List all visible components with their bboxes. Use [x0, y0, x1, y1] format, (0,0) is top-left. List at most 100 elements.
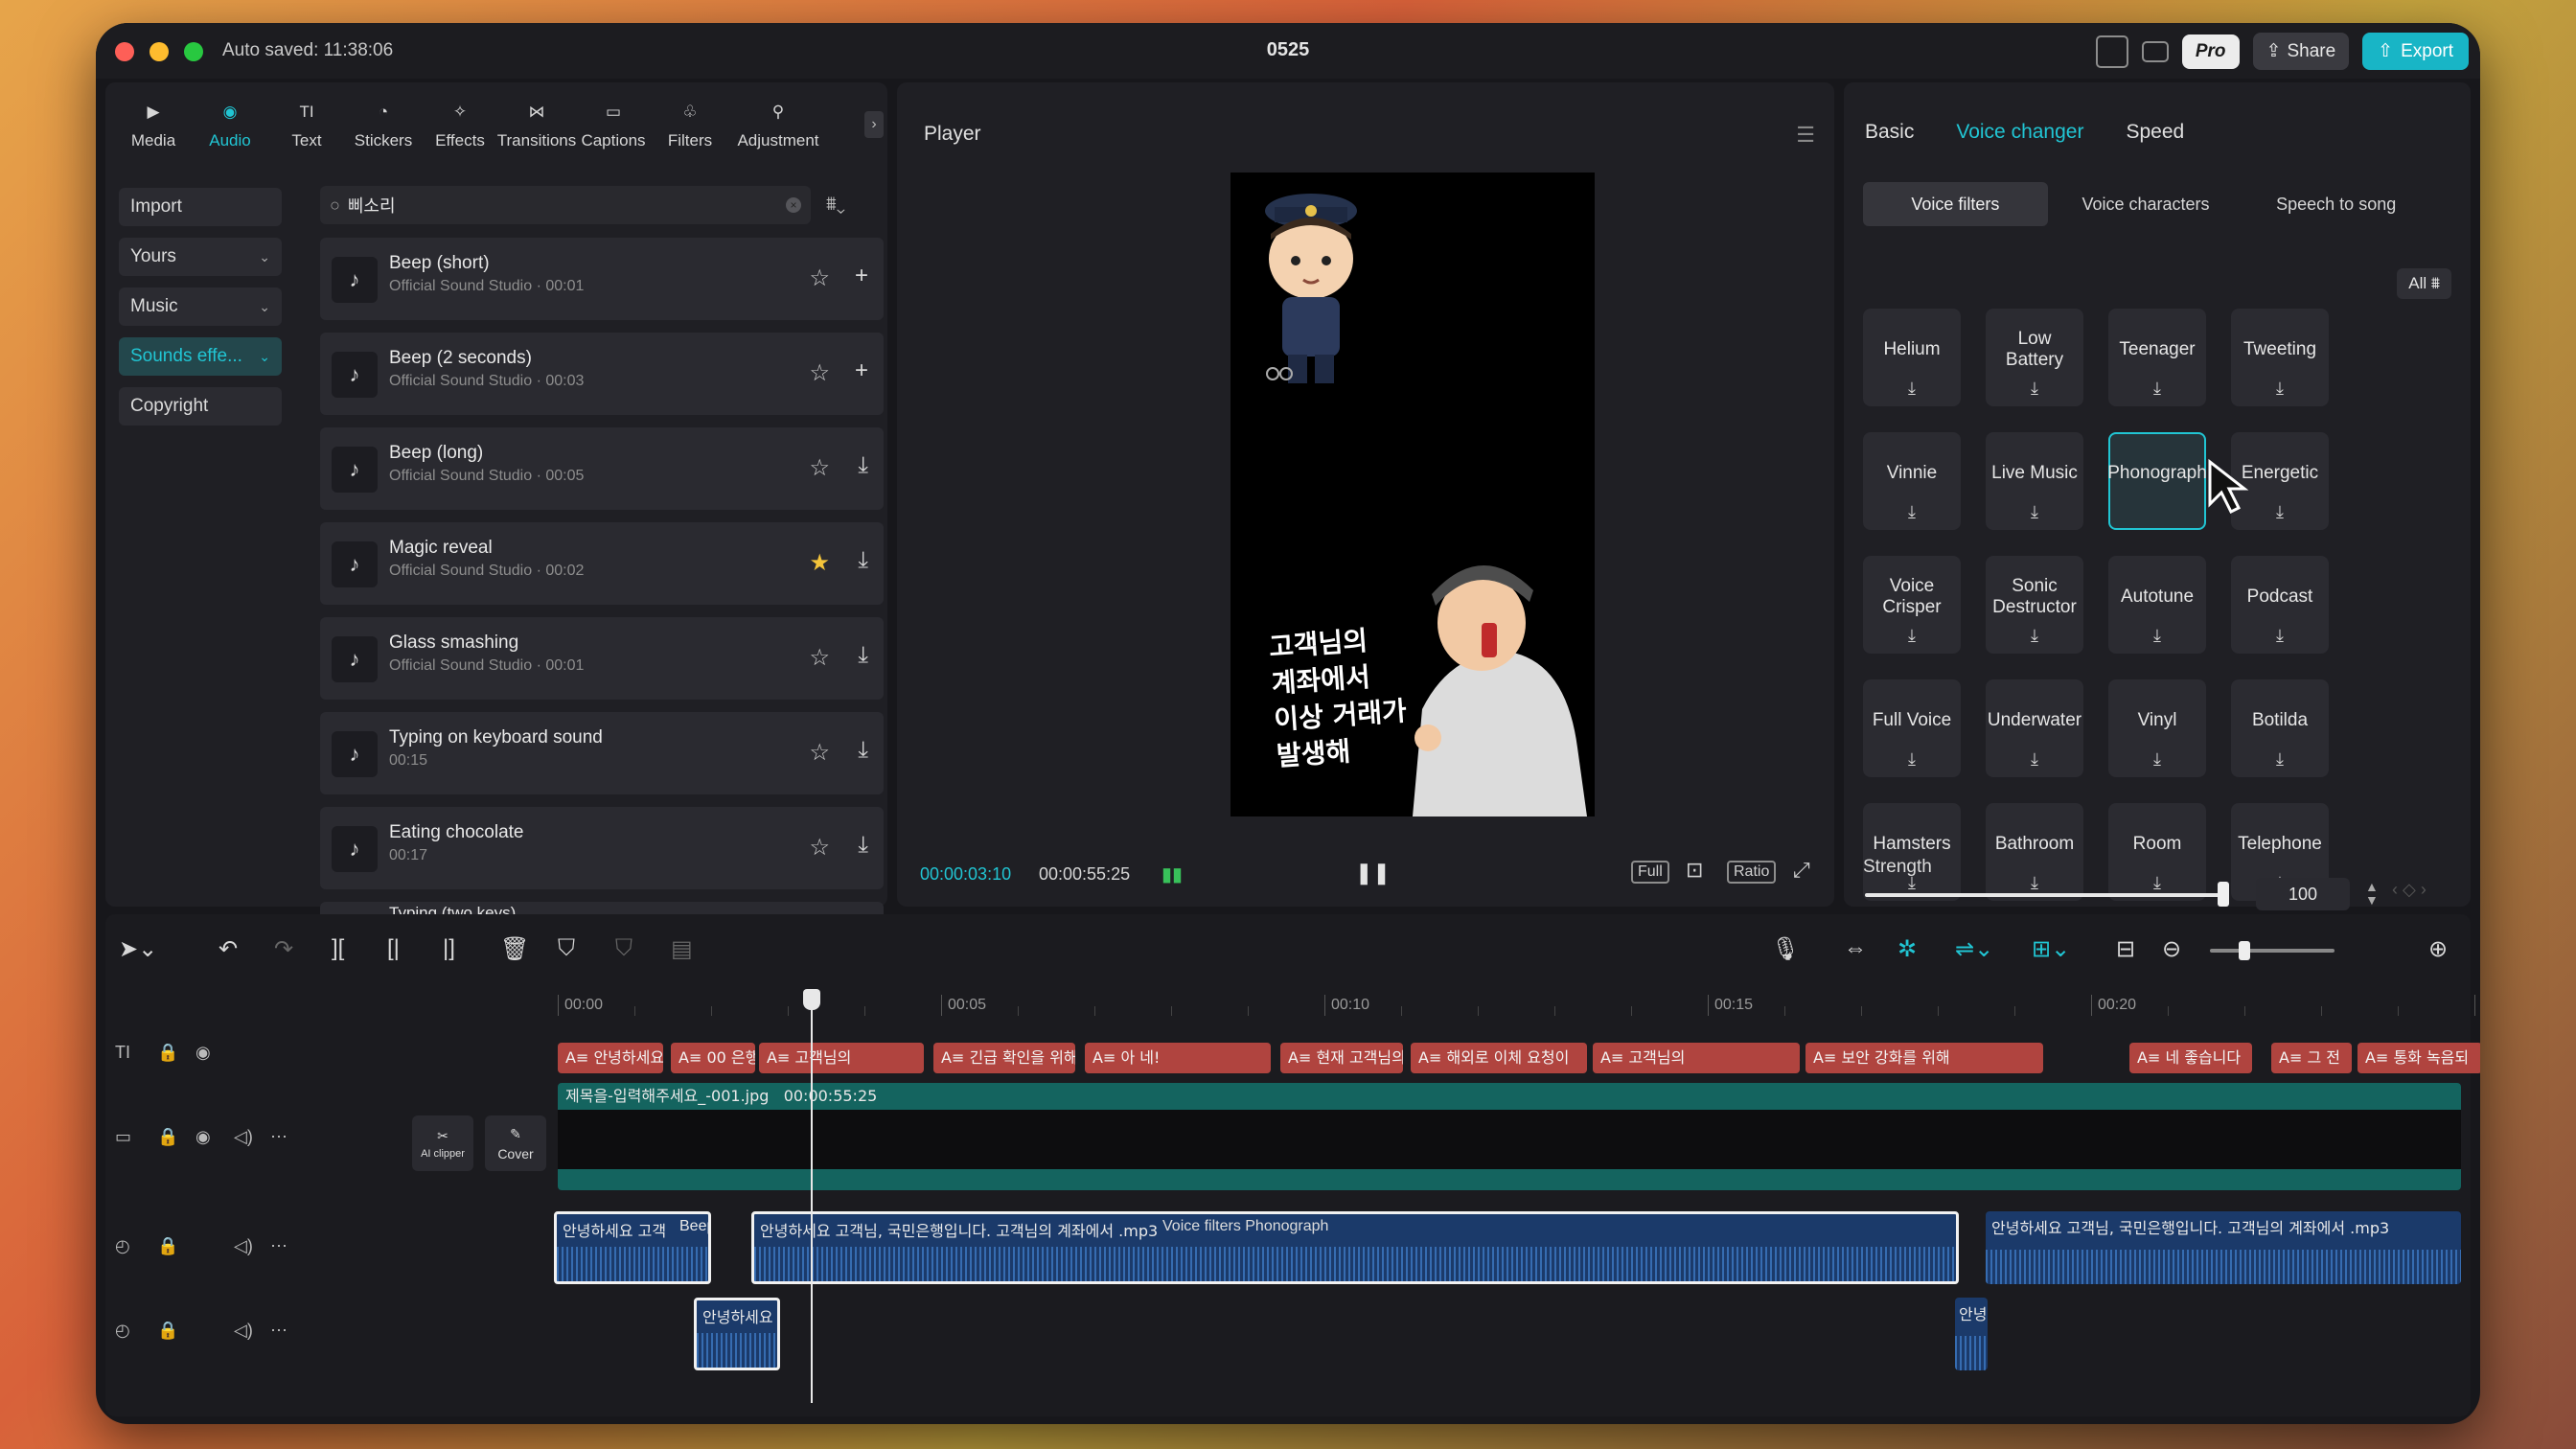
tool-text[interactable]: TI Text	[268, 82, 345, 167]
subtab-voice-characters[interactable]: Voice characters	[2054, 182, 2239, 226]
download-icon[interactable]: ⤓	[1863, 501, 1961, 522]
sidebar-item-sound-effects[interactable]: Sounds effe... ⌄	[119, 337, 282, 376]
timeline-ruler[interactable]: 00:0000:0500:1000:1500:2000:25	[105, 991, 2476, 1020]
share-button[interactable]: ⇪ Share	[2252, 33, 2350, 70]
sound-search-input[interactable]: ○ 삐소리 ×	[320, 186, 811, 224]
strength-value-input[interactable]: 100	[2256, 878, 2350, 910]
download-icon[interactable]: ⤓	[1986, 501, 2083, 522]
tool-stickers[interactable]: ◔ Stickers	[345, 82, 422, 167]
video-clip[interactable]: 제목을-입력해주세요_-001.jpg 00:00:55:25	[558, 1083, 2461, 1190]
delete-icon[interactable]: 🗑	[500, 935, 529, 963]
cover-button[interactable]: ✎ Cover	[485, 1116, 546, 1171]
sound-item[interactable]: ♪ Eating chocolate 00:17 ☆ ⤓	[320, 807, 884, 889]
audio-clip[interactable]: 안녕하세요 고객님, 국민은행입니다. 고객님의 계좌에서 .mp3	[1986, 1211, 2461, 1284]
fullscreen-icon[interactable]: ⤢	[1788, 857, 1815, 884]
more-icon[interactable]: ⋯	[270, 1236, 288, 1256]
download-sound-button[interactable]: ⤓	[858, 452, 868, 479]
split-icon[interactable]: ][	[332, 935, 344, 962]
download-icon[interactable]: ⤓	[1986, 625, 2083, 646]
fit-timeline-icon[interactable]: ⊟	[2116, 935, 2135, 963]
voice-filter-bathroom[interactable]: Bathroom ⤓	[1986, 803, 2083, 901]
caption-clip[interactable]: A≡ 통화 녹음되	[2358, 1043, 2480, 1073]
layout-icon[interactable]	[2095, 34, 2128, 68]
undo-icon[interactable]: ↶	[218, 935, 238, 963]
sound-item[interactable]: ♪ Beep (2 seconds) Official Sound Studio…	[320, 333, 884, 415]
audio-clip[interactable]: 안녕	[1955, 1298, 1988, 1370]
keyframe-nav-icon[interactable]: ‹ ◇ ›	[2392, 880, 2426, 900]
magnet-snap-icon[interactable]: ✲	[1898, 935, 1917, 963]
download-icon[interactable]: ⤓	[2108, 872, 2206, 893]
eye-icon[interactable]: ◉	[196, 1127, 211, 1147]
voice-filter-botilda[interactable]: Botilda ⤓	[2231, 679, 2329, 777]
more-icon[interactable]: ⋯	[270, 1127, 288, 1147]
tool-captions[interactable]: ▭ Captions	[575, 82, 652, 167]
download-icon[interactable]: ⤓	[1863, 748, 1961, 770]
caption-clip[interactable]: A≡ 그 전	[2271, 1043, 2352, 1073]
voice-filter-tweeting[interactable]: Tweeting ⤓	[2231, 309, 2329, 406]
voice-filter-room[interactable]: Room ⤓	[2108, 803, 2206, 901]
subtab-speech-to-song[interactable]: Speech to song	[2243, 182, 2428, 226]
voice-filter-podcast[interactable]: Podcast ⤓	[2231, 556, 2329, 654]
voice-filter-full-voice[interactable]: Full Voice ⤓	[1863, 679, 1961, 777]
lock-icon[interactable]: 🔒	[157, 1321, 178, 1341]
all-filter-dropdown[interactable]: All ⩩	[2397, 268, 2451, 299]
strength-slider-handle[interactable]	[2218, 882, 2229, 907]
strength-slider-track[interactable]	[1865, 893, 2223, 897]
auto-snap-icon[interactable]: ⇌⌄	[1955, 935, 1993, 963]
sidebar-item-copyright[interactable]: Copyright	[119, 387, 282, 426]
caption-clip[interactable]: A≡ 고객님의	[759, 1043, 924, 1073]
favorite-star-icon[interactable]: ★	[809, 549, 830, 577]
favorite-star-icon[interactable]: ☆	[809, 264, 830, 292]
caption-clip[interactable]: A≡ 고객님의	[1593, 1043, 1800, 1073]
download-icon[interactable]: ⤓	[1986, 748, 2083, 770]
download-icon[interactable]: ⤓	[2231, 625, 2329, 646]
voice-filter-helium[interactable]: Helium ⤓	[1863, 309, 1961, 406]
download-sound-button[interactable]: ⤓	[858, 547, 868, 574]
shield-icon[interactable]: ⛉	[615, 935, 632, 962]
speaker-icon[interactable]: ◁)	[234, 1127, 253, 1147]
filter-sort-icon[interactable]: ⩩⌄	[826, 194, 845, 216]
favorite-star-icon[interactable]: ☆	[809, 739, 830, 767]
caption-clip[interactable]: A≡ 네 좋습니다	[2129, 1043, 2252, 1073]
redo-icon[interactable]: ↷	[274, 935, 293, 963]
download-icon[interactable]: ⤓	[2108, 625, 2206, 646]
voice-filter-phonograph[interactable]: Phonograph	[2107, 432, 2207, 530]
zoom-out-icon[interactable]: ⊖	[2162, 935, 2181, 963]
tab-speed[interactable]: Speed	[2126, 121, 2184, 144]
sidebar-item-music[interactable]: Music ⌄	[119, 288, 282, 326]
voice-filter-hamsters[interactable]: Hamsters ⤓	[1863, 803, 1961, 901]
caption-clip[interactable]: A≡ 아 네!	[1085, 1043, 1271, 1073]
voice-filter-teenager[interactable]: Teenager ⤓	[2108, 309, 2206, 406]
voice-filter-vinyl[interactable]: Vinyl ⤓	[2108, 679, 2206, 777]
download-icon[interactable]: ⤓	[2231, 748, 2329, 770]
pro-badge[interactable]: Pro	[2181, 34, 2240, 69]
caption-clip[interactable]: A≡ 안녕하세요	[558, 1043, 663, 1073]
add-sound-button[interactable]: +	[855, 263, 868, 289]
download-icon[interactable]: ⤓	[1986, 872, 2083, 893]
menu-icon[interactable]: ☰	[1796, 123, 1815, 148]
audio-clip-selected[interactable]: 안녕하세요 고객님, 국민은행입니다. 고객님의 계좌에서 .mp3 Voice…	[751, 1211, 1959, 1284]
sound-item[interactable]: ♪ Beep (short) Official Sound Studio · 0…	[320, 238, 884, 320]
eye-icon[interactable]: ◉	[196, 1043, 211, 1063]
download-icon[interactable]: ⤓	[2108, 378, 2206, 399]
ai-clipper-button[interactable]: ✂ AI clipper	[412, 1116, 473, 1171]
voice-filter-voice-crisper[interactable]: Voice Crisper ⤓	[1863, 556, 1961, 654]
split-right-icon[interactable]: |]	[443, 935, 455, 962]
subtab-voice-filters[interactable]: Voice filters	[1863, 182, 2048, 226]
video-preview[interactable]: 고객님의 계좌에서 이상 거래가 발생해	[1230, 172, 1595, 816]
tool-filters[interactable]: ♧ Filters	[652, 82, 728, 167]
sidebar-item-import[interactable]: Import	[119, 188, 282, 226]
caption-clip[interactable]: A≡ 긴급 확인을 위해	[933, 1043, 1075, 1073]
voice-filter-vinnie[interactable]: Vinnie ⤓	[1863, 432, 1961, 530]
download-icon[interactable]: ⤓	[2108, 748, 2206, 770]
zoom-in-icon[interactable]: ⊕	[2428, 935, 2448, 963]
split-left-icon[interactable]: [|	[387, 935, 400, 962]
audio-clip[interactable]: 안녕하세요 고객 Beep	[554, 1211, 711, 1284]
voice-filter-low-battery[interactable]: Low Battery ⤓	[1986, 309, 2083, 406]
full-quality-button[interactable]: Full	[1631, 861, 1669, 884]
toolbar-more-chevron-icon[interactable]: ›	[864, 111, 884, 138]
tool-transitions[interactable]: ⋈ Transitions	[497, 82, 577, 167]
voice-filter-autotune[interactable]: Autotune ⤓	[2108, 556, 2206, 654]
shortcuts-icon[interactable]	[2141, 40, 2169, 62]
tab-basic[interactable]: Basic	[1865, 121, 1914, 144]
